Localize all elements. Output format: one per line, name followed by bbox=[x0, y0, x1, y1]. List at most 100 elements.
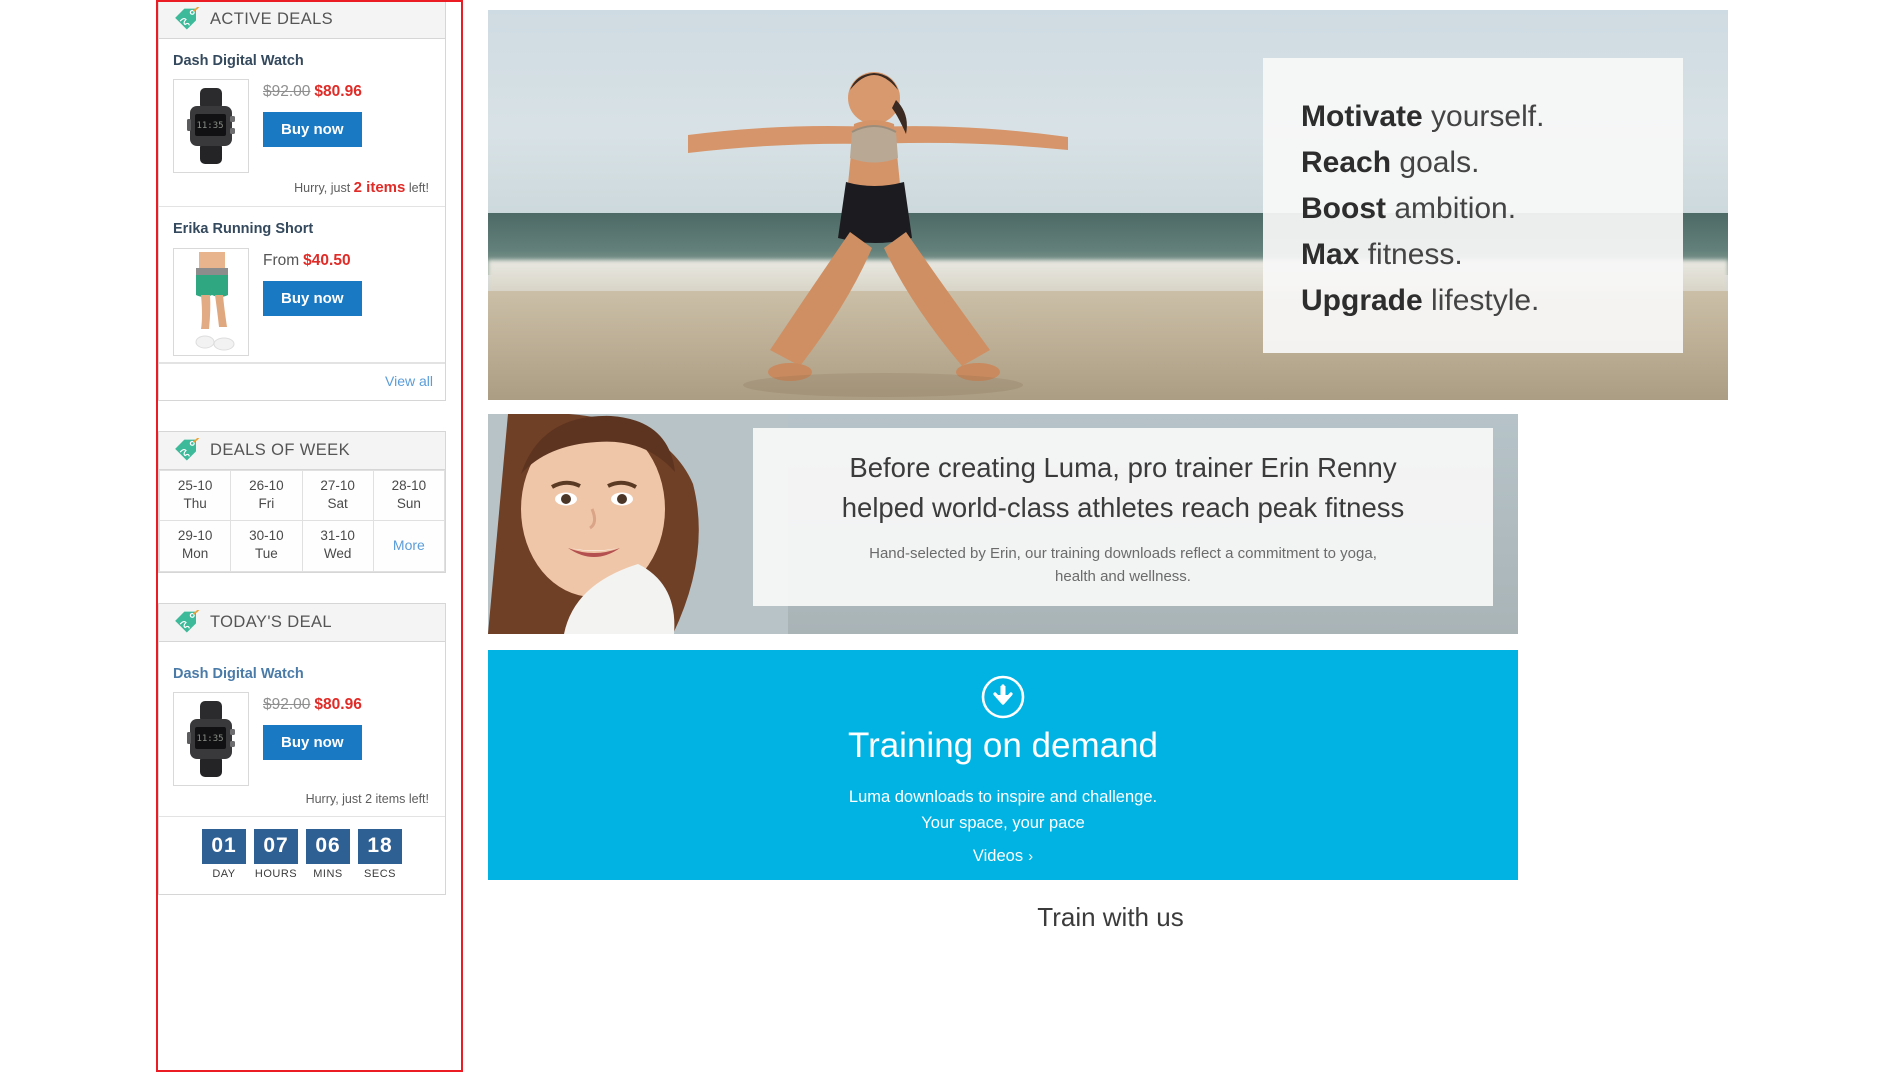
todays-deal-buy-button[interactable]: Buy now bbox=[263, 725, 362, 761]
countdown-mins: 06 MINS bbox=[306, 829, 350, 880]
countdown-hours: 07 HOURS bbox=[254, 829, 298, 880]
trainer-promo-subtext-line2: health and wellness. bbox=[1055, 568, 1191, 585]
download-circle-icon bbox=[981, 675, 1025, 719]
calendar-day-cell[interactable]: 29-10 Mon bbox=[158, 520, 232, 572]
calendar-day-cell[interactable]: 31-10 Wed bbox=[301, 520, 374, 572]
deal-price-row: $92.00 $80.96 bbox=[263, 83, 431, 101]
price-tag-icon bbox=[175, 609, 200, 633]
countdown-secs: 18 SECS bbox=[358, 829, 402, 880]
countdown-secs-value: 18 bbox=[358, 829, 402, 865]
deal-price-row: From $40.50 bbox=[263, 252, 431, 270]
hero-line-rest: lifestyle. bbox=[1422, 283, 1540, 317]
deal-product-thumbnail[interactable] bbox=[173, 247, 249, 356]
todays-deal-header: TODAY'S DEAL bbox=[159, 603, 445, 642]
deal-item: Erika Running Short From $40.50 Buy now bbox=[159, 207, 445, 363]
trainer-promo-subtext-line1: Hand-selected by Erin, our training down… bbox=[869, 544, 1377, 562]
below-fold-heading: Train with us bbox=[1037, 902, 1184, 932]
stock-count: 2 items bbox=[353, 179, 406, 197]
todays-deal-new-price: $80.96 bbox=[314, 696, 362, 714]
trainer-promo-text-panel: Before creating Luma, pro trainer Erin R… bbox=[753, 428, 1493, 606]
calendar-day-cell[interactable]: 30-10 Tue bbox=[230, 520, 303, 572]
digital-watch-photo: 11:35 bbox=[187, 701, 235, 778]
calendar-date: 31-10 bbox=[320, 528, 355, 544]
trainer-promo-heading-line1: Before creating Luma, pro trainer Erin R… bbox=[849, 452, 1397, 483]
countdown-timer: 01 DAY 07 HOURS 06 MINS 18 SECS bbox=[159, 816, 445, 894]
calendar-weekday: Sun bbox=[396, 496, 421, 511]
hero-line: Upgrade lifestyle. bbox=[1301, 278, 1649, 324]
calendar-weekday: Mon bbox=[181, 546, 209, 562]
deal-product-name[interactable]: Erika Running Short bbox=[173, 221, 431, 238]
calendar-weekday: Sat bbox=[327, 496, 348, 511]
calendar-weekday: Wed bbox=[323, 546, 352, 562]
deal-product-thumbnail[interactable]: 11:35 bbox=[173, 79, 249, 174]
deal-item: Dash Digital Watch 11:35 $92.00 $80.96 B… bbox=[159, 39, 445, 208]
calendar-date: 25-10 bbox=[177, 477, 213, 493]
hero-line-strong: Reach bbox=[1301, 145, 1392, 179]
digital-watch-photo: 11:35 bbox=[187, 88, 235, 165]
deals-of-week-header: DEALS OF WEEK bbox=[159, 431, 445, 470]
todays-deal-title: TODAY'S DEAL bbox=[210, 612, 332, 631]
todays-deal-thumbnail[interactable]: 11:35 bbox=[173, 692, 249, 787]
buy-now-button[interactable]: Buy now bbox=[263, 280, 362, 316]
hero-line: Motivate yourself. bbox=[1301, 94, 1649, 140]
buy-now-button[interactable]: Buy now bbox=[263, 112, 362, 148]
calendar-day-cell[interactable]: 28-10 Sun bbox=[372, 469, 446, 522]
calendar-more-link[interactable]: More bbox=[393, 537, 425, 553]
countdown-day-label: DAY bbox=[212, 868, 236, 881]
price-tag-icon bbox=[175, 437, 200, 461]
view-all-row: View all bbox=[159, 362, 445, 400]
main-content: Motivate yourself. Reach goals. Boost am… bbox=[488, 10, 1733, 932]
deal-product-name[interactable]: Dash Digital Watch bbox=[173, 53, 431, 70]
videos-link[interactable]: Videos › bbox=[973, 847, 1033, 866]
countdown-mins-label: MINS bbox=[313, 868, 343, 881]
calendar-day-cell[interactable]: 25-10 Thu bbox=[158, 469, 232, 522]
trainer-promo-banner[interactable]: Before creating Luma, pro trainer Erin R… bbox=[488, 414, 1518, 634]
hero-line-strong: Upgrade bbox=[1301, 283, 1423, 317]
todays-deal-item: Dash Digital Watch 11:35 $92.00 $80.96 B… bbox=[159, 642, 445, 816]
countdown-hours-label: HOURS bbox=[254, 868, 298, 881]
hero-text-panel: Motivate yourself. Reach goals. Boost am… bbox=[1263, 58, 1683, 354]
active-deals-header: ACTIVE DEALS bbox=[159, 1, 445, 39]
todays-deal-stock-message: Hurry, just 2 items left! bbox=[305, 792, 429, 807]
training-on-demand-heading: Training on demand bbox=[847, 726, 1158, 765]
countdown-day-value: 01 bbox=[202, 829, 246, 865]
calendar-weekday: Thu bbox=[183, 496, 207, 511]
training-on-demand-body-line1: Luma downloads to inspire and challenge. bbox=[848, 788, 1158, 806]
price-tag-icon bbox=[175, 7, 200, 30]
calendar-date: 26-10 bbox=[249, 477, 284, 493]
running-short-photo bbox=[179, 251, 243, 352]
hero-line-rest: ambition. bbox=[1386, 191, 1517, 225]
chevron-right-icon: › bbox=[1028, 847, 1034, 865]
calendar-row: 25-10 Thu 26-10 Fri 27-10 Sat 28-10 Sun bbox=[158, 469, 446, 522]
calendar-weekday: Fri bbox=[258, 496, 275, 511]
active-deals-title: ACTIVE DEALS bbox=[210, 10, 334, 28]
yoga-woman-photo bbox=[688, 72, 1068, 397]
deals-week-calendar: 25-10 Thu 26-10 Fri 27-10 Sat 28-10 Sun bbox=[158, 469, 446, 572]
calendar-more-cell[interactable]: More bbox=[372, 520, 446, 572]
hero-line-rest: goals. bbox=[1391, 145, 1480, 179]
deals-of-week-title: DEALS OF WEEK bbox=[210, 440, 350, 459]
hero-banner[interactable]: Motivate yourself. Reach goals. Boost am… bbox=[488, 10, 1728, 400]
svg-text:11:35: 11:35 bbox=[196, 734, 223, 744]
countdown-secs-label: SECS bbox=[364, 868, 396, 881]
todays-deal-product-name[interactable]: Dash Digital Watch bbox=[173, 666, 431, 683]
videos-link-label: Videos bbox=[972, 846, 1024, 865]
stock-suffix: left! bbox=[408, 181, 429, 196]
training-on-demand-banner[interactable]: Training on demand Luma downloads to ins… bbox=[488, 650, 1518, 880]
calendar-day-cell[interactable]: 27-10 Sat bbox=[301, 469, 374, 522]
todays-deal-price-row: $92.00 $80.96 bbox=[263, 696, 431, 714]
page-root: ACTIVE DEALS Dash Digital Watch 11:35 $9… bbox=[0, 0, 1881, 1079]
hero-line-rest: fitness. bbox=[1359, 237, 1463, 271]
training-on-demand-body-line2: Your space, your pace bbox=[921, 814, 1085, 833]
deal-new-price: $80.96 bbox=[314, 83, 362, 101]
hero-line-strong: Max bbox=[1301, 237, 1360, 271]
hero-line: Max fitness. bbox=[1301, 232, 1649, 278]
deal-old-price: $92.00 bbox=[263, 83, 311, 101]
calendar-day-cell[interactable]: 26-10 Fri bbox=[230, 469, 303, 522]
trainer-promo-heading-line2: helped world-class athletes reach peak f… bbox=[841, 491, 1405, 523]
deal-from-label: From bbox=[263, 251, 300, 269]
erin-portrait-photo bbox=[488, 414, 788, 634]
countdown-mins-value: 06 bbox=[306, 829, 350, 865]
view-all-link[interactable]: View all bbox=[385, 373, 433, 389]
calendar-date: 29-10 bbox=[177, 528, 213, 544]
